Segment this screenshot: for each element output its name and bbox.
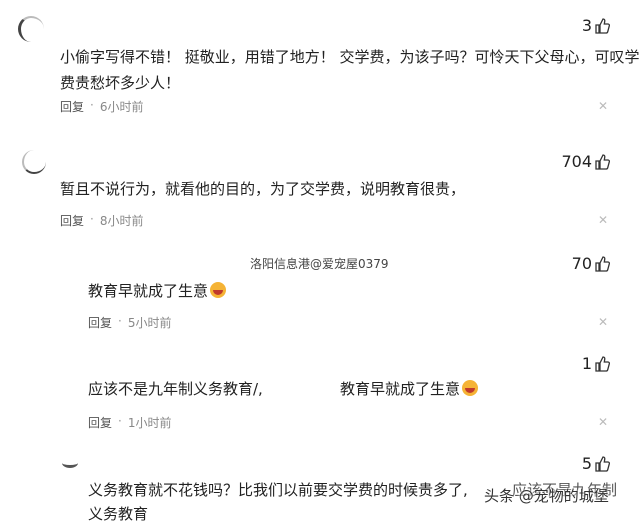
reply-link[interactable]: 回复 [60, 98, 84, 115]
comment-meta: 回复 · 1小时前 [88, 414, 172, 431]
comment-text: 小偷字写得不错！ 挺敬业，用错了地方！ 交学费，为该子吗？可怜天下父母心，可叹学… [60, 48, 640, 92]
like-button[interactable]: 704 [561, 152, 610, 171]
thumbs-up-icon [594, 153, 610, 170]
laughing-emoji-icon [462, 380, 479, 396]
timestamp: 1小时前 [127, 416, 172, 430]
comment-text-continued: 教育早就成了生意 [340, 376, 479, 402]
comment-meta: 回复 · 6小时前 [60, 98, 144, 115]
avatar[interactable] [62, 458, 78, 468]
comment-text: 教育早就成了生意 [88, 278, 227, 304]
like-count: 5 [581, 454, 592, 473]
comment-text: 暂且不说行为，就看他的目的，为了交学费，说明教育很贵， [60, 180, 466, 198]
thumbs-up-icon [594, 455, 610, 472]
reply-link[interactable]: 回复 [88, 314, 112, 331]
like-count: 1 [581, 354, 592, 373]
watermark: 洛阳信息港@爱宠屋0379 [250, 257, 389, 271]
like-count: 3 [581, 16, 592, 35]
like-button[interactable]: 70 [572, 254, 610, 273]
timestamp: 8小时前 [99, 214, 144, 228]
like-button[interactable]: 3 [582, 16, 610, 35]
like-count: 704 [561, 152, 592, 171]
reply-link[interactable]: 回复 [60, 212, 84, 229]
avatar[interactable] [18, 16, 44, 42]
avatar[interactable] [22, 150, 46, 174]
thumbs-up-icon [594, 17, 610, 34]
corner-watermark: 头条 @宠物的城堡 [484, 487, 609, 505]
thumbs-up-icon [594, 355, 610, 372]
thumbs-up-icon [594, 255, 610, 272]
comment-meta: 回复 · 8小时前 [60, 212, 144, 229]
like-count: 70 [571, 254, 592, 273]
comment-meta: 回复 · 5小时前 [88, 314, 172, 331]
laughing-emoji-icon [210, 282, 227, 298]
timestamp: 6小时前 [99, 100, 144, 114]
timestamp: 5小时前 [127, 316, 172, 330]
close-icon[interactable]: ✕ [598, 213, 608, 227]
comment-text: 应该不是九年制义务教育/, [88, 380, 263, 398]
comment-text: 义务教育就不花钱吗？比我们以前要交学费的时候贵多了, 义务教育 [88, 481, 468, 523]
close-icon[interactable]: ✕ [598, 99, 608, 113]
reply-link[interactable]: 回复 [88, 414, 112, 431]
close-icon[interactable]: ✕ [598, 315, 608, 329]
like-button[interactable]: 1 [582, 354, 610, 373]
like-button[interactable]: 5 [582, 454, 610, 473]
close-icon[interactable]: ✕ [598, 415, 608, 429]
